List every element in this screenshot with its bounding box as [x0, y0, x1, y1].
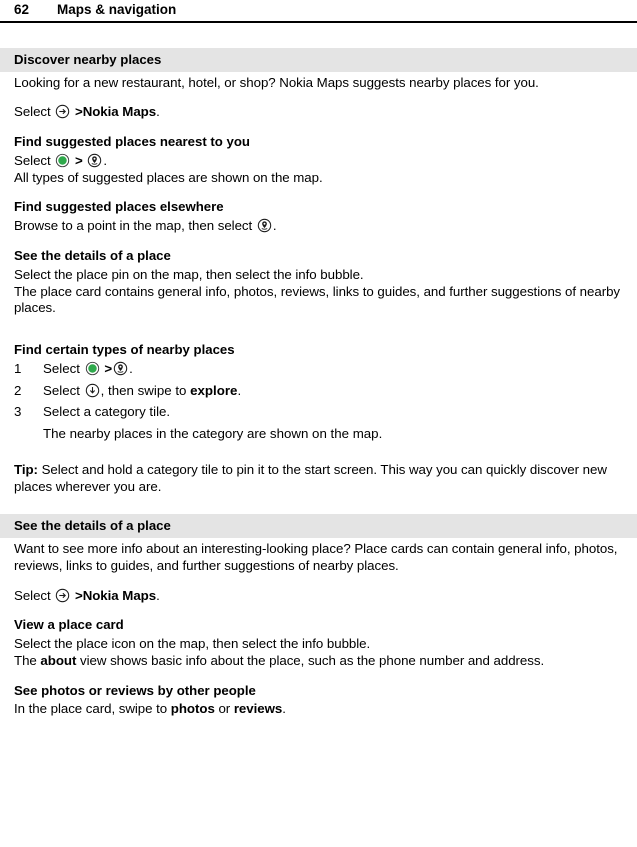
green-dot-circle-icon — [55, 153, 70, 168]
tip-label: Tip: — [14, 461, 38, 477]
select-label: Select — [43, 360, 80, 376]
subheading-view-a-place-card: View a place card — [14, 617, 124, 633]
subheading-find-elsewhere: Find suggested places elsewhere — [14, 199, 224, 215]
running-header: 62 Maps & navigation — [0, 0, 637, 23]
step-mid-text: , then swipe to — [100, 382, 187, 398]
place-pin-circle-icon — [113, 361, 128, 376]
sentence-period: . — [237, 382, 242, 398]
section-intro-paragraph: Want to see more info about an interesti… — [14, 541, 618, 573]
arrow-right-circle-icon — [55, 104, 70, 119]
view-card-line-2: The about view shows basic info about th… — [14, 653, 625, 670]
select-target-label: Nokia Maps — [82, 587, 157, 603]
sentence-period: . — [129, 360, 133, 376]
section-heading-discover-nearby-places: Discover nearby places — [0, 48, 637, 72]
path-separator: > — [74, 104, 83, 120]
arrow-down-circle-icon — [85, 383, 100, 398]
reviews-keyword: reviews — [233, 701, 283, 717]
detail-line-2: The place card contains general info, ph… — [14, 283, 621, 316]
document-page: 62 Maps & navigation Discover nearby pla… — [0, 0, 637, 847]
sentence-period: . — [282, 701, 286, 717]
path-separator: > — [74, 587, 83, 603]
sentence-period: . — [272, 218, 277, 234]
page-content: Discover nearby places Looking for a new… — [0, 23, 637, 718]
step-text: Select > . — [43, 361, 625, 378]
browse-label: Browse to a point in the map, then selec… — [14, 218, 253, 234]
about-sentence-prefix: The — [14, 652, 41, 668]
procedure-step-list: 1 Select > . 2 Select , then swipe to ex… — [14, 361, 625, 421]
sentence-period: . — [103, 152, 107, 168]
photos-keyword: photos — [170, 701, 215, 717]
place-pin-circle-icon — [257, 218, 272, 233]
arrow-right-circle-icon — [55, 588, 70, 603]
step-number: 3 — [14, 404, 22, 420]
sentence-period: . — [156, 104, 160, 120]
path-separator: > — [74, 152, 83, 168]
chapter-title: Maps & navigation — [57, 2, 177, 17]
list-item: 1 Select > . — [14, 361, 625, 378]
subheading-see-details-of-place: See the details of a place — [14, 248, 171, 264]
page-number: 62 — [14, 2, 30, 17]
select-label: Select — [14, 104, 51, 120]
swipe-prefix: In the place card, swipe to — [14, 701, 171, 717]
step-text: Select a category tile. — [43, 404, 171, 420]
list-item: 2 Select , then swipe to explore. — [14, 383, 625, 400]
select-path-line: Select >Nokia Maps. — [14, 588, 625, 605]
detail-line-1: Select the place pin on the map, then se… — [14, 266, 364, 282]
photos-reviews-line: In the place card, swipe to photos or re… — [14, 701, 625, 718]
step-continuation-text: The nearby places in the category are sh… — [43, 426, 383, 442]
tip-paragraph: Tip: Select and hold a category tile to … — [14, 462, 625, 496]
section-heading-see-details-of-a-place: See the details of a place — [0, 514, 637, 539]
subheading-see-photos-or-reviews: See photos or reviews by other people — [14, 682, 256, 698]
conjunction-or: or — [214, 701, 234, 717]
select-label: Select — [43, 382, 80, 398]
about-keyword: about — [40, 652, 77, 668]
select-target-label: Nokia Maps — [82, 104, 157, 120]
step-line-select-nearest: Select > . — [14, 153, 625, 170]
select-path-line: Select >Nokia Maps. — [14, 104, 625, 121]
step-number: 2 — [14, 382, 22, 398]
sentence-period: . — [156, 587, 160, 603]
view-card-line-1: Select the place icon on the map, then s… — [14, 636, 371, 652]
path-separator: > — [104, 360, 113, 376]
select-label: Select — [14, 587, 51, 603]
subheading-find-nearest: Find suggested places nearest to you — [14, 134, 250, 150]
explore-keyword: explore — [190, 382, 238, 398]
section-intro-paragraph: Looking for a new restaurant, hotel, or … — [14, 74, 539, 90]
place-pin-circle-icon — [87, 153, 102, 168]
about-sentence-suffix: view shows basic info about the place, s… — [76, 652, 545, 668]
step-number: 1 — [14, 360, 22, 376]
note-all-types: All types of suggested places are shown … — [14, 169, 323, 185]
tip-text: Select and hold a category tile to pin i… — [14, 461, 607, 494]
green-dot-circle-icon — [85, 361, 100, 376]
select-label: Select — [14, 152, 51, 168]
step-line-browse-point: Browse to a point in the map, then selec… — [14, 218, 625, 235]
list-item: 3 Select a category tile. — [14, 404, 625, 421]
step-text: Select , then swipe to explore. — [43, 383, 625, 400]
subheading-find-certain-types: Find certain types of nearby places — [14, 342, 235, 358]
